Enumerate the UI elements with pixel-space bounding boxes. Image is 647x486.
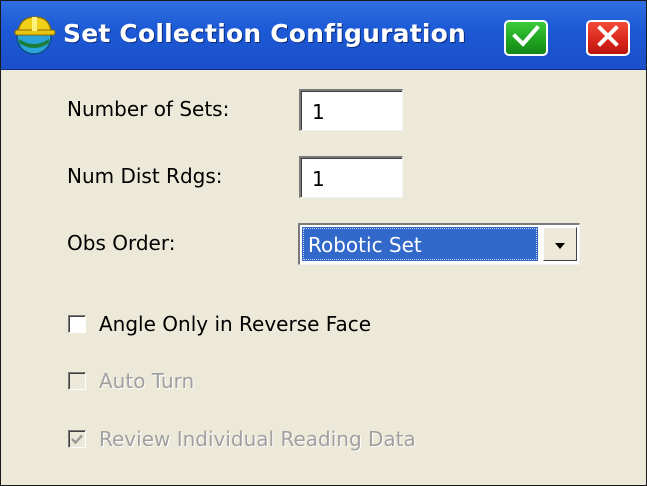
close-x-icon — [596, 24, 620, 52]
number-of-sets-label: Number of Sets: — [67, 97, 230, 121]
checkmark-icon — [71, 434, 83, 444]
close-button[interactable] — [586, 20, 630, 56]
obs-order-select[interactable]: Robotic Set — [298, 223, 580, 265]
review-individual-reading-data-checkbox — [68, 430, 86, 448]
obs-order-label: Obs Order: — [67, 231, 176, 255]
checkmark-icon — [512, 24, 540, 52]
review-individual-reading-data-row: Review Individual Reading Data — [68, 427, 416, 451]
obs-order-selected-value[interactable]: Robotic Set — [302, 227, 538, 261]
num-dist-rdgs-input[interactable]: 1 — [299, 156, 403, 198]
dialog-title: Set Collection Configuration — [63, 19, 466, 48]
ok-button[interactable] — [504, 20, 548, 56]
num-dist-rdgs-label: Num Dist Rdgs: — [67, 164, 223, 188]
dropdown-arrow-button[interactable] — [543, 227, 577, 261]
angle-only-reverse-face-checkbox[interactable] — [68, 315, 86, 333]
triangle-down-icon — [554, 235, 566, 254]
review-individual-reading-data-label: Review Individual Reading Data — [99, 427, 416, 451]
hardhat-globe-icon — [13, 13, 57, 57]
dialog-window: Set Collection Configuration Number of S… — [0, 0, 647, 486]
auto-turn-checkbox — [68, 372, 86, 390]
number-of-sets-input[interactable]: 1 — [299, 89, 403, 131]
title-bar: Set Collection Configuration — [1, 1, 646, 70]
angle-only-reverse-face-row[interactable]: Angle Only in Reverse Face — [68, 312, 371, 336]
auto-turn-label: Auto Turn — [99, 369, 195, 393]
angle-only-reverse-face-label[interactable]: Angle Only in Reverse Face — [99, 312, 371, 336]
auto-turn-row: Auto Turn — [68, 369, 194, 393]
